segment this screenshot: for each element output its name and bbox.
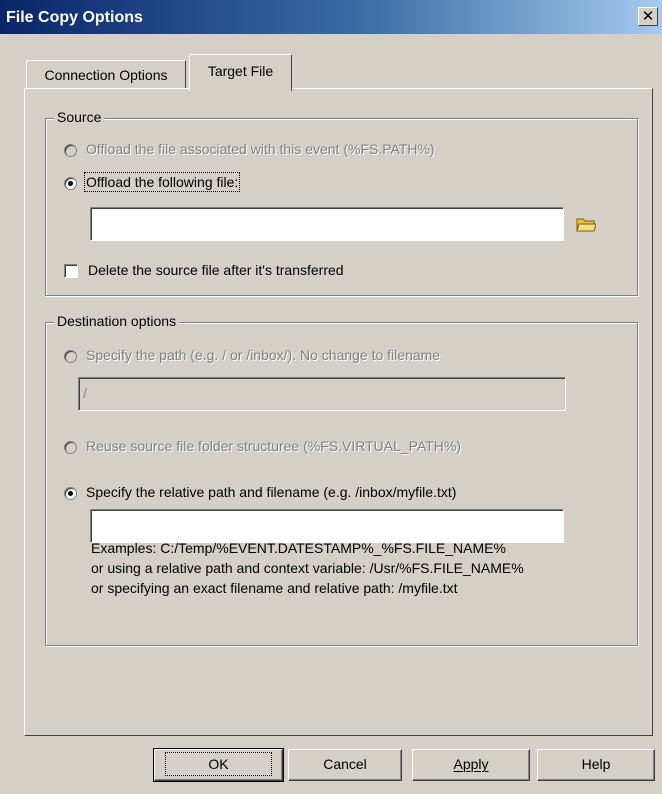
file-copy-options-dialog: File Copy Options ✕ Connection Options T… [0,0,662,794]
folder-icon[interactable] [576,215,596,233]
ok-button[interactable]: OK [153,748,284,782]
source-legend: Source [54,109,105,125]
title-bar[interactable]: File Copy Options ✕ [0,0,662,34]
close-button[interactable]: ✕ [638,7,658,26]
tab-label: Connection Options [44,67,168,83]
apply-button[interactable]: Apply [412,749,530,781]
path-input[interactable]: / [78,377,566,411]
window-title: File Copy Options [6,9,143,26]
destination-legend: Destination options [54,313,180,329]
specify-path-radio[interactable] [64,350,77,363]
example-line: Examples: C:/Temp/%EVENT.DATESTAMP%_%FS.… [91,540,506,556]
help-label: Help [581,756,611,772]
relative-path-radio[interactable] [64,487,77,500]
help-button[interactable]: Help [537,749,655,781]
target-file-panel: Source Offload the file associated with … [24,88,653,736]
tab-connection-options[interactable]: Connection Options [26,60,186,90]
offload-following-radio[interactable] [64,177,77,190]
ok-label: OK [165,752,272,776]
cancel-button[interactable]: Cancel [288,749,402,781]
cancel-label: Cancel [323,756,367,772]
tab-label: Target File [207,63,274,79]
source-file-input[interactable] [90,207,564,241]
example-line: or specifying an exact filename and rela… [91,580,458,596]
example-line: or using a relative path and context var… [91,560,524,576]
apply-label: Apply [453,756,489,772]
relative-path-label: Specify the relative path and filename (… [86,484,457,500]
source-group: Source Offload the file associated with … [45,109,638,296]
offload-following-label[interactable]: Offload the following file: [83,172,241,192]
examples-text: Examples: C:/Temp/%EVENT.DATESTAMP%_%FS.… [91,538,524,598]
close-icon: ✕ [641,7,655,25]
delete-source-checkbox[interactable] [64,264,78,278]
reuse-folder-radio[interactable] [64,441,77,454]
delete-source-label: Delete the source file after it's transf… [88,262,344,278]
offload-associated-label: Offload the file associated with this ev… [86,141,435,157]
reuse-folder-label: Reuse source file folder structuree (%FS… [86,438,462,454]
tab-target-file[interactable]: Target File [189,54,292,91]
offload-associated-radio[interactable] [64,144,77,157]
specify-path-label: Specify the path (e.g. / or /inbox/). No… [86,347,441,363]
